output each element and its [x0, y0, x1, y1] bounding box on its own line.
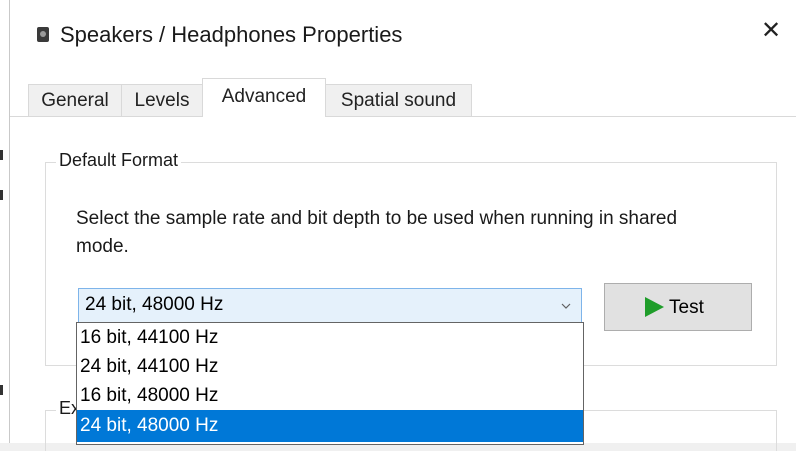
background-window-edge	[0, 0, 10, 443]
test-button-label: Test	[669, 297, 704, 318]
dropdown-option[interactable]: 16 bit, 48000 Hz	[77, 381, 583, 410]
default-format-description: Select the sample rate and bit depth to …	[76, 208, 678, 257]
dropdown-option[interactable]: 24 bit, 44100 Hz	[77, 352, 583, 381]
sample-rate-selected-value: 24 bit, 48000 Hz	[85, 294, 224, 315]
test-button[interactable]: Test	[604, 283, 752, 331]
dropdown-option[interactable]: 16 bit, 44100 Hz	[77, 323, 583, 352]
play-icon	[645, 297, 664, 317]
dropdown-option-selected[interactable]: 24 bit, 48000 Hz	[77, 410, 583, 442]
tab-strip: General Levels Advanced Spatial sound	[10, 78, 796, 117]
close-button[interactable]: ✕	[756, 16, 786, 46]
background-window-marker	[0, 385, 3, 395]
default-format-label: Default Format	[56, 150, 182, 171]
tab-levels[interactable]: Levels	[121, 84, 203, 116]
title-bar[interactable]: Speakers / Headphones Properties ✕	[10, 0, 796, 78]
background-window-marker	[0, 190, 3, 200]
sample-rate-dropdown-list: 16 bit, 44100 Hz 24 bit, 44100 Hz 16 bit…	[76, 322, 584, 445]
tab-spatial-sound[interactable]: Spatial sound	[325, 84, 472, 116]
chevron-down-icon	[561, 303, 571, 309]
sample-rate-select[interactable]: 24 bit, 48000 Hz	[78, 288, 582, 323]
background-window-marker	[0, 150, 3, 160]
window-title: Speakers / Headphones Properties	[60, 22, 403, 47]
speaker-icon	[37, 27, 49, 42]
tab-general[interactable]: General	[28, 84, 122, 116]
tab-advanced[interactable]: Advanced	[202, 78, 326, 117]
